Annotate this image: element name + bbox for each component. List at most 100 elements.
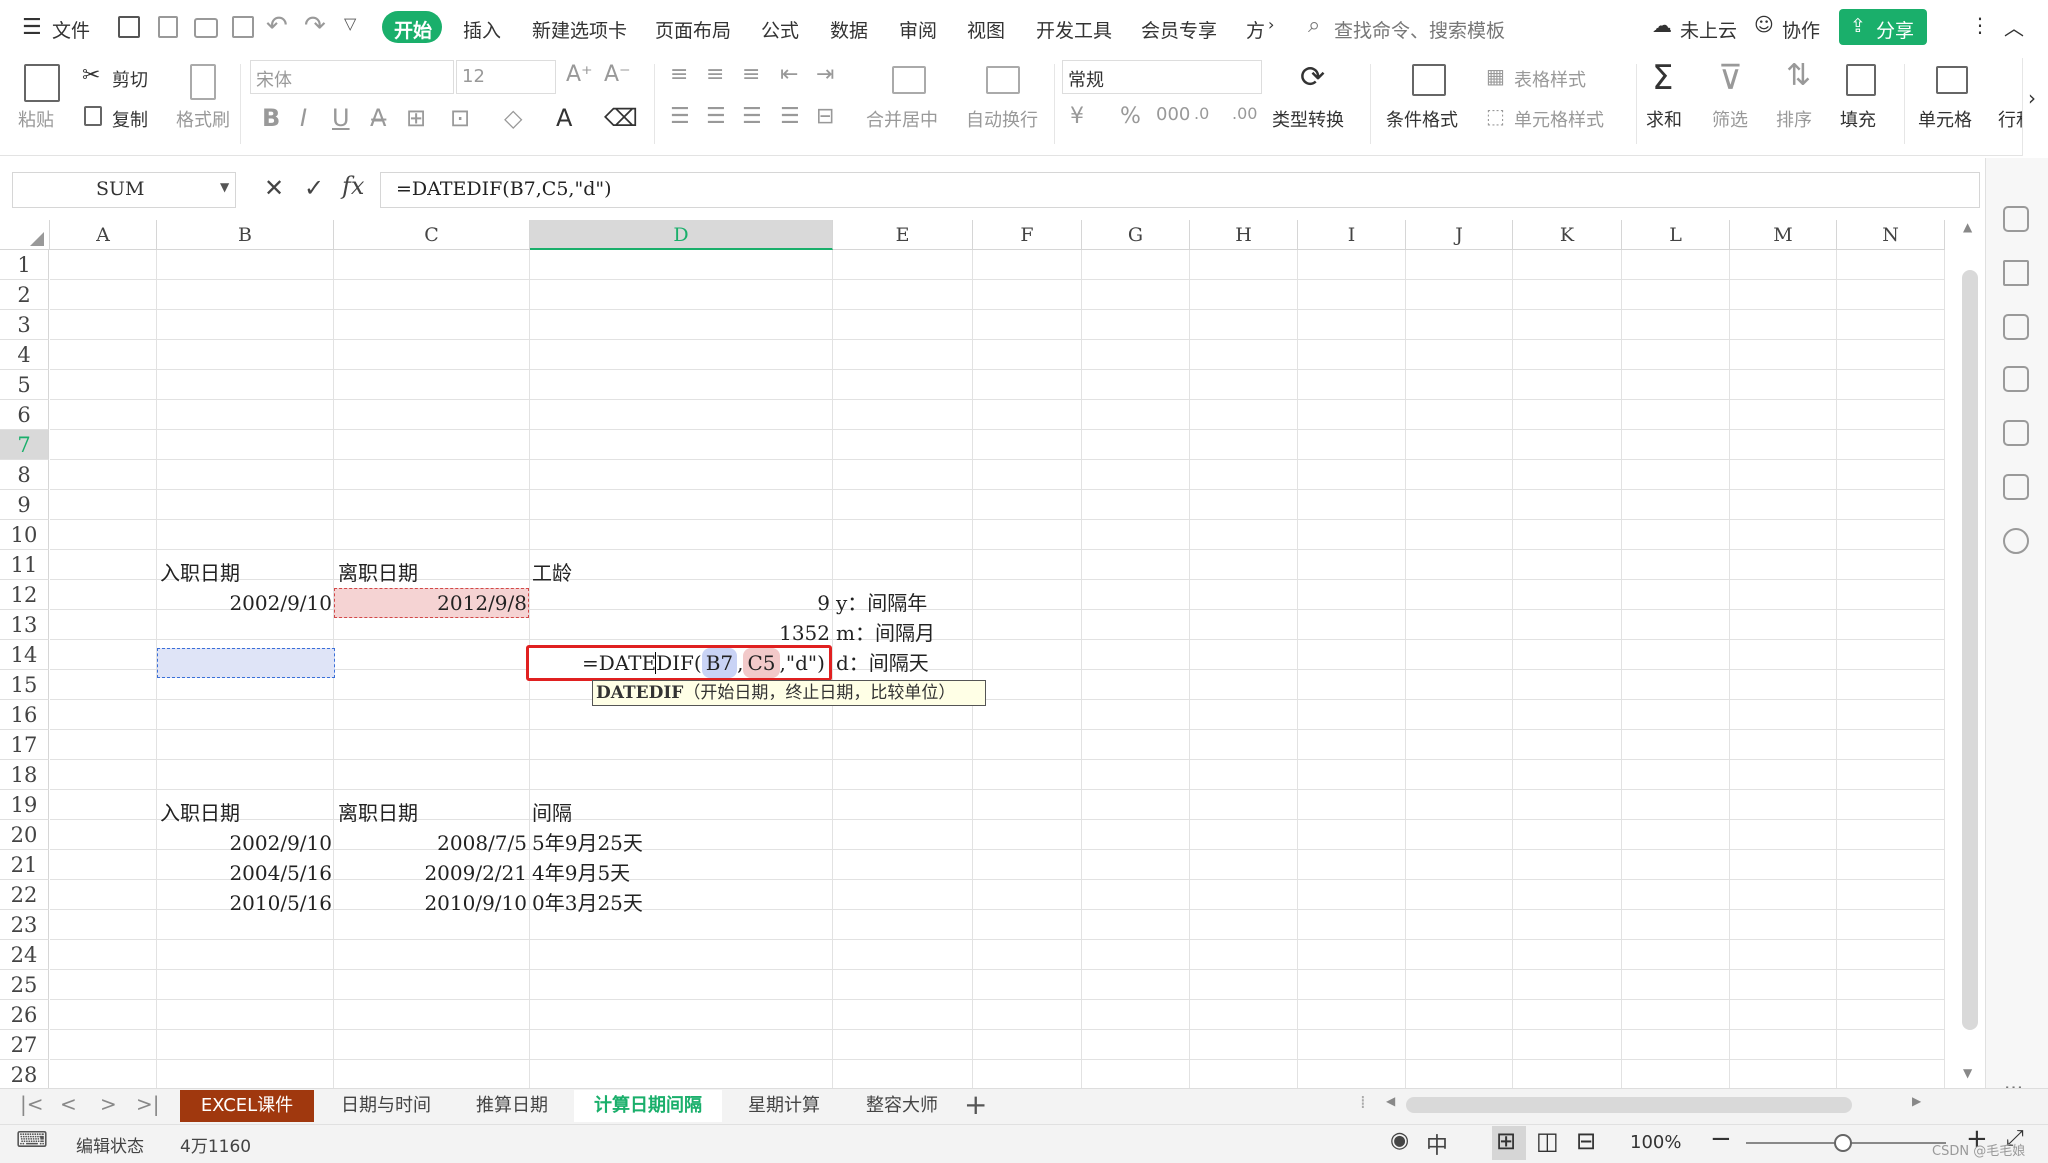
cell-D13[interactable]: 5年9月25天 (532, 828, 643, 858)
column-header-K[interactable]: K (1513, 220, 1622, 250)
cell-C13[interactable]: 2008/7/5 (334, 828, 527, 858)
column-header-A[interactable]: A (50, 220, 157, 250)
tab-developer[interactable]: 开发工具 (1036, 16, 1112, 43)
cell-D6[interactable]: 1352 (530, 618, 830, 648)
align-center-icon[interactable]: ☰ (706, 104, 726, 129)
merge-center-button[interactable]: 合并居中 (866, 106, 938, 132)
tab-review[interactable]: 审阅 (899, 16, 937, 43)
row-header-17[interactable]: 17 (0, 730, 49, 760)
cell-D4[interactable]: 工龄 (532, 558, 572, 588)
row-header-2[interactable]: 2 (0, 280, 49, 310)
tab-splitter-icon[interactable]: ⁞ (1360, 1092, 1366, 1113)
search-input[interactable]: 查找命令、搜索模板 (1334, 16, 1505, 43)
cell-E7[interactable]: d：间隔天 (836, 648, 929, 678)
cell-button[interactable]: 单元格 (1918, 106, 1972, 132)
cell-D12[interactable]: 间隔 (532, 798, 572, 828)
column-header-F[interactable]: F (973, 220, 1082, 250)
copy-button[interactable]: 复制 (112, 106, 148, 132)
cancel-icon[interactable]: ✕ (264, 174, 284, 202)
confirm-icon[interactable]: ✓ (304, 174, 324, 202)
strikethrough-icon[interactable]: A̶ (370, 104, 386, 132)
cell-B14[interactable]: 2004/5/16 (157, 858, 332, 888)
row-header-5[interactable]: 5 (0, 370, 49, 400)
row-header-11[interactable]: 11 (0, 550, 49, 580)
undo-icon[interactable]: ↶ (266, 11, 288, 41)
type-convert-button[interactable]: 类型转换 (1272, 106, 1344, 132)
percent-icon[interactable]: % (1120, 104, 1141, 129)
row-header-19[interactable]: 19 (0, 790, 49, 820)
column-header-J[interactable]: J (1406, 220, 1513, 250)
tab-more[interactable]: 方 (1246, 16, 1265, 43)
row-header-24[interactable]: 24 (0, 940, 49, 970)
align-left-icon[interactable]: ☰ (670, 104, 690, 129)
tab-insert[interactable]: 插入 (463, 16, 501, 43)
cell-B15[interactable]: 2010/5/16 (157, 888, 332, 918)
align-top-icon[interactable]: ≡ (670, 62, 688, 87)
font-grow-icon[interactable]: A⁺ (566, 62, 593, 87)
page-layout-view-icon[interactable]: ⊟ (1576, 1127, 1596, 1155)
tab-formula[interactable]: 公式 (761, 16, 799, 43)
tab-home[interactable]: 开始 (394, 16, 432, 43)
first-sheet-icon[interactable]: |< (20, 1092, 44, 1116)
settings-sliders-icon[interactable] (2003, 314, 2029, 340)
page-break-view-icon[interactable]: ◫ (1536, 1127, 1559, 1155)
cell-D14[interactable]: 4年9月5天 (532, 858, 630, 888)
column-header-D[interactable]: D (530, 220, 833, 250)
hscroll-right-icon[interactable]: ▶ (1912, 1094, 1921, 1108)
select-pointer-icon[interactable] (2003, 260, 2029, 286)
cell-B13[interactable]: 2002/9/10 (157, 828, 332, 858)
paste-icon[interactable] (24, 64, 60, 102)
distribute-icon[interactable]: ⊟ (816, 104, 834, 129)
row-header-18[interactable]: 18 (0, 760, 49, 790)
row-header-15[interactable]: 15 (0, 670, 49, 700)
border-icon[interactable]: ⊞ (406, 104, 426, 132)
fx-icon[interactable]: fx (342, 172, 364, 200)
row-header-13[interactable]: 13 (0, 610, 49, 640)
currency-icon[interactable]: ¥ (1070, 104, 1084, 129)
sum-button[interactable]: 求和 (1646, 106, 1682, 132)
print-icon[interactable] (194, 18, 218, 38)
vertical-scroll-thumb[interactable] (1962, 270, 1978, 1030)
cell-style-button[interactable]: 单元格样式 (1514, 106, 1604, 132)
row-header-21[interactable]: 21 (0, 850, 49, 880)
last-sheet-icon[interactable]: >| (136, 1092, 160, 1116)
column-header-H[interactable]: H (1190, 220, 1298, 250)
column-header-B[interactable]: B (157, 220, 334, 250)
cell-E6[interactable]: m：间隔月 (836, 618, 935, 648)
more-icon[interactable]: ⋮ (1970, 13, 1990, 37)
sheet-tab-makeover[interactable]: 整容大师 (846, 1090, 958, 1122)
file-menu[interactable]: 文件 (52, 16, 90, 43)
row-header-4[interactable]: 4 (0, 340, 49, 370)
hscroll-left-icon[interactable]: ◀ (1386, 1094, 1395, 1108)
italic-icon[interactable]: I (300, 104, 307, 132)
row-header-16[interactable]: 16 (0, 700, 49, 730)
conditional-format-button[interactable]: 条件格式 (1386, 106, 1458, 132)
next-sheet-icon[interactable]: > (100, 1092, 117, 1116)
row-header-12[interactable]: 12 (0, 580, 49, 610)
row-header-23[interactable]: 23 (0, 910, 49, 940)
bold-icon[interactable]: B (262, 104, 280, 132)
row-header-27[interactable]: 27 (0, 1030, 49, 1060)
sort-button[interactable]: 排序 (1776, 106, 1812, 132)
column-header-N[interactable]: N (1837, 220, 1945, 250)
row-header-25[interactable]: 25 (0, 970, 49, 1000)
row-header-28[interactable]: 28 (0, 1060, 49, 1088)
thousands-icon[interactable]: 000 (1156, 104, 1190, 125)
prev-sheet-icon[interactable]: < (60, 1092, 77, 1116)
cell-B12[interactable]: 入职日期 (160, 798, 240, 828)
fill-button[interactable]: 填充 (1840, 106, 1876, 132)
sheet-tab-infer-date[interactable]: 推算日期 (456, 1090, 568, 1122)
name-box-dropdown-icon[interactable]: ▼ (220, 180, 229, 194)
row-header-3[interactable]: 3 (0, 310, 49, 340)
lightning-icon[interactable] (2003, 528, 2029, 554)
column-header-M[interactable]: M (1730, 220, 1837, 250)
justify-icon[interactable]: ☰ (780, 104, 800, 129)
ribbon-scroll-right-icon[interactable]: › (2028, 86, 2036, 110)
tab-new[interactable]: 新建选项卡 (532, 16, 627, 43)
row-header-26[interactable]: 26 (0, 1000, 49, 1030)
cell-E5[interactable]: y：间隔年 (836, 588, 927, 618)
column-header-L[interactable]: L (1622, 220, 1730, 250)
tab-page-layout[interactable]: 页面布局 (655, 16, 731, 43)
row-header-10[interactable]: 10 (0, 520, 49, 550)
eraser-icon[interactable]: ⌫ (604, 104, 638, 132)
